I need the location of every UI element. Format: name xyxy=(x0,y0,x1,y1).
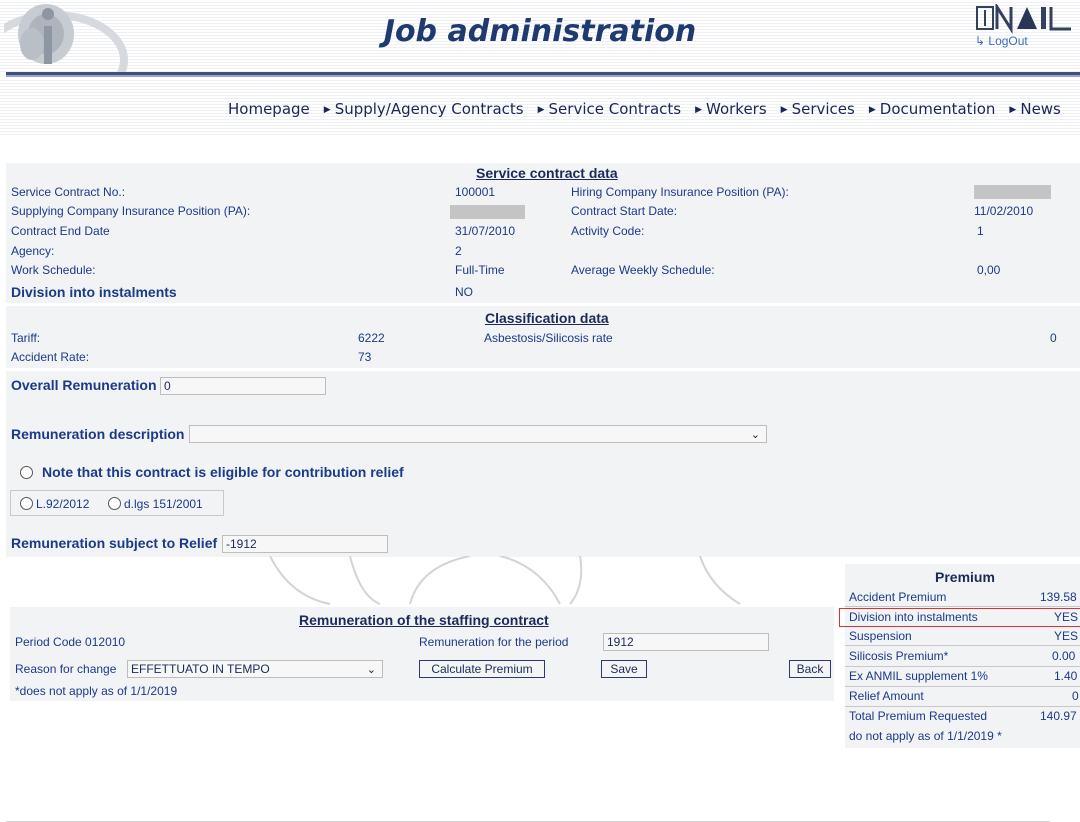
chevron-down-icon: ⌄ xyxy=(750,429,760,441)
logout-link[interactable]: ↳ LogOut xyxy=(975,34,1028,48)
remuneration-description-select[interactable]: ⌄ xyxy=(189,425,767,443)
triangle-right-icon: ▶ xyxy=(323,105,331,115)
premium-row-label: Accident Premium xyxy=(849,590,947,604)
hiring-pa-label: Hiring Company Insurance Position (PA): xyxy=(571,185,789,199)
triangle-right-icon: ▶ xyxy=(537,105,545,115)
premium-row-value: YES xyxy=(1054,610,1079,624)
premium-row-value: 0.00 xyxy=(1052,649,1076,663)
premium-row-value: 140.97 xyxy=(1040,709,1077,723)
service-contract-title: Service contract data xyxy=(476,165,618,181)
premium-divider xyxy=(845,645,1080,646)
triangle-right-icon: ▶ xyxy=(780,105,788,115)
accident-rate-label: Accident Rate: xyxy=(11,350,90,364)
division-value: NO xyxy=(455,285,473,299)
staffing-note: *does not apply as of 1/1/2019 xyxy=(15,684,178,698)
dlgs-151-2001-label: d.lgs 151/2001 xyxy=(124,497,203,511)
activity-code-label: Activity Code: xyxy=(571,224,645,238)
premium-row-label: Silicosis Premium* xyxy=(849,649,949,663)
nav-services[interactable]: ▶ Services xyxy=(781,100,855,118)
nav-news[interactable]: ▶ News xyxy=(1009,100,1060,118)
nav-documentation[interactable]: ▶ Documentation xyxy=(869,100,996,118)
premium-row-value: 1.40 xyxy=(1054,669,1078,683)
tariff-label: Tariff: xyxy=(11,331,41,345)
nav-workers[interactable]: ▶ Workers xyxy=(695,100,767,118)
supplying-pa-value-redacted xyxy=(450,205,525,219)
premium-divider xyxy=(845,606,1080,607)
law-92-2012-radio[interactable] xyxy=(20,497,33,510)
premium-row-label: Total Premium Requested xyxy=(849,709,988,723)
agency-label: Agency: xyxy=(11,244,55,258)
premium-row-value: YES xyxy=(1054,629,1079,643)
avg-weekly-value: 0,00 xyxy=(977,263,1001,277)
inail-logo xyxy=(975,1,1077,35)
chevron-down-icon: ⌄ xyxy=(366,664,376,676)
contract-no-value: 100001 xyxy=(455,185,496,199)
triangle-right-icon: ▶ xyxy=(695,105,702,115)
law-92-2012-label: L.92/2012 xyxy=(36,497,90,511)
dlgs-151-2001-radio[interactable] xyxy=(108,497,121,510)
premium-row-label: Relief Amount xyxy=(849,689,924,703)
work-schedule-label: Work Schedule: xyxy=(11,263,96,277)
main-nav: Homepage ▶ Supply/Agency Contracts ▶ Servi… xyxy=(228,100,1061,118)
premium-divider xyxy=(845,686,1080,687)
eligible-relief-label: Note that this contract is eligible for … xyxy=(42,464,404,480)
period-remuneration-label: Remuneration for the period xyxy=(419,635,569,649)
hiring-pa-value-redacted xyxy=(974,185,1051,199)
premium-row-value: 0 xyxy=(1072,689,1079,703)
premium-row-label: Division into instalments xyxy=(849,610,978,624)
remuneration-description-label: Remuneration description xyxy=(11,426,185,442)
eligible-relief-radio[interactable] xyxy=(20,466,33,479)
header-divider-light xyxy=(6,75,1080,77)
back-button[interactable]: Back xyxy=(789,660,831,678)
service-contract-panel xyxy=(6,163,1080,303)
end-date-value: 31/07/2010 xyxy=(455,224,516,238)
end-date-label: Contract End Date xyxy=(11,224,110,238)
classification-title: Classification data xyxy=(485,310,609,326)
division-label: Division into instalments xyxy=(11,284,177,300)
triangle-right-icon: ▶ xyxy=(1009,105,1017,115)
premium-row-value: 139.58 xyxy=(1040,590,1077,604)
supplying-pa-label: Supplying Company Insurance Position (PA… xyxy=(11,204,251,218)
overall-remuneration-label: Overall Remuneration xyxy=(11,377,157,393)
relief-remuneration-input[interactable]: -1912 xyxy=(222,535,388,553)
nav-supply-agency-contracts[interactable]: ▶ Supply/Agency Contracts xyxy=(324,100,524,118)
premium-row-label: Suspension xyxy=(849,629,912,643)
triangle-right-icon: ▶ xyxy=(868,105,876,115)
start-date-value: 11/02/2010 xyxy=(974,204,1034,218)
nav-homepage[interactable]: Homepage xyxy=(228,100,310,118)
start-date-label: Contract Start Date: xyxy=(571,204,678,218)
logout-icon: ↳ xyxy=(975,34,986,48)
period-remuneration-input[interactable]: 1912 xyxy=(603,633,769,651)
page-title: Job administration xyxy=(383,14,697,49)
contract-no-label: Service Contract No.: xyxy=(11,185,126,199)
tariff-value: 6222 xyxy=(358,331,385,345)
avg-weekly-label: Average Weekly Schedule: xyxy=(571,263,715,277)
premium-title: Premium xyxy=(935,569,995,585)
reason-change-select[interactable]: EFFETTUATO IN TEMPO ⌄ xyxy=(127,660,383,678)
asbestosis-label: Asbestosis/Silicosis rate xyxy=(484,331,613,345)
nav-service-contracts[interactable]: ▶ Service Contracts xyxy=(538,100,681,118)
agency-value: 2 xyxy=(455,244,462,258)
period-code-label: Period Code 012010 xyxy=(15,635,126,649)
staffing-title: Remuneration of the staffing contract xyxy=(299,612,549,628)
work-schedule-value: Full-Time xyxy=(455,263,505,277)
reason-change-label: Reason for change xyxy=(15,662,117,676)
overall-remuneration-input[interactable]: 0 xyxy=(160,377,326,395)
save-button[interactable]: Save xyxy=(601,660,647,678)
relief-remuneration-label: Remuneration subject to Relief xyxy=(11,535,218,551)
premium-footnote: do not apply as of 1/1/2019 * xyxy=(849,729,1002,743)
premium-row-label: Ex ANMIL supplement 1% xyxy=(849,669,988,683)
premium-divider xyxy=(845,666,1080,667)
asbestosis-value: 0 xyxy=(1050,331,1057,345)
background-decoration xyxy=(269,556,741,605)
premium-divider xyxy=(845,706,1080,707)
accident-rate-value: 73 xyxy=(358,350,372,364)
calculate-premium-button[interactable]: Calculate Premium xyxy=(419,660,545,678)
activity-code-value: 1 xyxy=(977,224,984,238)
